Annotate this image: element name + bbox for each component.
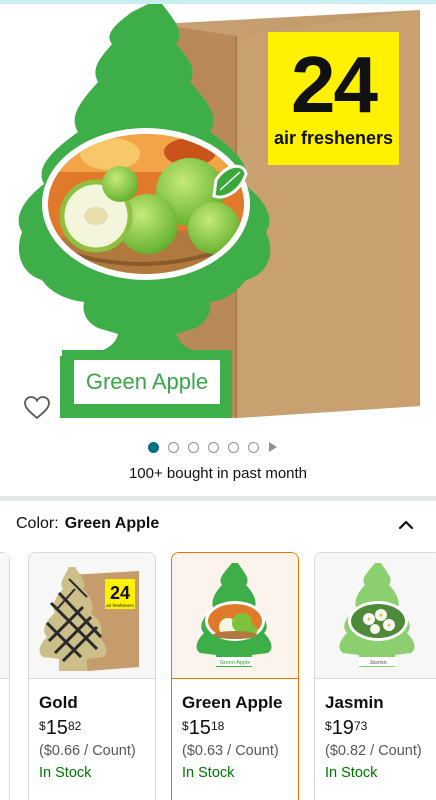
price-currency: $: [39, 719, 46, 733]
price-whole: 15: [188, 717, 211, 739]
variant-thumbnail: [0, 553, 9, 679]
color-label: Color:: [16, 515, 59, 532]
variant-card-jasmin[interactable]: Jasmin Jasmin $1973 ($0.82 / Count) In S…: [314, 552, 436, 800]
variant-thumbnail: 24 air fresheners: [29, 553, 155, 679]
variant-unit-price: ($0.66 / Count): [39, 743, 136, 759]
carousel-dot-3[interactable]: [188, 441, 199, 453]
variant-unit-price: ($0.63 / Count): [182, 743, 279, 759]
jasmin-thumb-label: Jasmin: [369, 660, 386, 666]
variant-card-gold[interactable]: 24 air fresheners Gold $1582 ($0.66 / Co…: [28, 552, 156, 800]
carousel-dot-4[interactable]: [208, 441, 219, 453]
variant-price: $1582: [39, 717, 81, 740]
variant-unit-price: ($0.82 / Count): [325, 743, 422, 759]
variant-availability: In Stock: [325, 765, 378, 781]
carousel-dot-6[interactable]: [248, 441, 259, 453]
price-whole: 15: [45, 717, 68, 739]
pack-count-number: 24: [291, 40, 378, 129]
variant-thumbnail: Green Apple: [172, 553, 298, 679]
gold-product-image: 24 air fresheners: [39, 567, 139, 671]
carousel-indicator[interactable]: [148, 441, 277, 453]
product-image-carousel[interactable]: 24 air fresheners Green Apple: [0, 4, 436, 430]
variant-name: Gold: [39, 693, 78, 712]
tree-scent-label: Green Apple: [74, 360, 220, 404]
heart-icon[interactable]: [24, 396, 50, 420]
variant-thumbnail: Jasmin: [315, 553, 436, 679]
carousel-dot-1[interactable]: [148, 441, 159, 453]
carousel-dot-2[interactable]: [168, 441, 179, 453]
price-fraction: 18: [210, 719, 225, 733]
variant-name: Green Apple: [182, 693, 283, 712]
variant-price: $1518: [182, 717, 224, 740]
carousel-dot-5[interactable]: [228, 441, 239, 453]
variant-price: $1973: [325, 717, 367, 740]
section-divider: [0, 496, 436, 501]
pack-count-badge: 24 air fresheners: [268, 32, 399, 165]
color-selector-header[interactable]: Color: Green Apple: [16, 515, 420, 537]
variant-card-partial[interactable]: [0, 552, 10, 800]
gold-thumb-badge-text: air fresheners: [106, 603, 134, 608]
green-apple-product-image: Green Apple: [196, 563, 272, 667]
variant-availability: In Stock: [182, 765, 235, 781]
price-currency: $: [182, 719, 189, 733]
gold-thumb-badge: 24: [110, 583, 130, 603]
variant-availability: In Stock: [39, 765, 92, 781]
variant-carousel[interactable]: 24 air fresheners Gold $1582 ($0.66 / Co…: [0, 552, 436, 800]
price-fraction: 82: [67, 719, 82, 733]
bought-past-month: 100+ bought in past month: [128, 465, 308, 482]
price-fraction: 73: [353, 719, 368, 733]
price-currency: $: [325, 719, 332, 733]
jasmin-product-image: Jasmin: [339, 563, 415, 667]
price-whole: 19: [331, 717, 354, 739]
variant-card-green-apple[interactable]: Green Apple Green Apple $1518 ($0.63 / C…: [171, 552, 299, 800]
color-selected-value: Green Apple: [64, 515, 160, 532]
video-play-icon[interactable]: [269, 442, 277, 452]
chevron-up-icon[interactable]: [398, 517, 414, 533]
pack-count-text: air fresheners: [273, 128, 394, 148]
variant-name: Jasmin: [325, 693, 384, 712]
green-apple-thumb-label: Green Apple: [220, 660, 251, 666]
